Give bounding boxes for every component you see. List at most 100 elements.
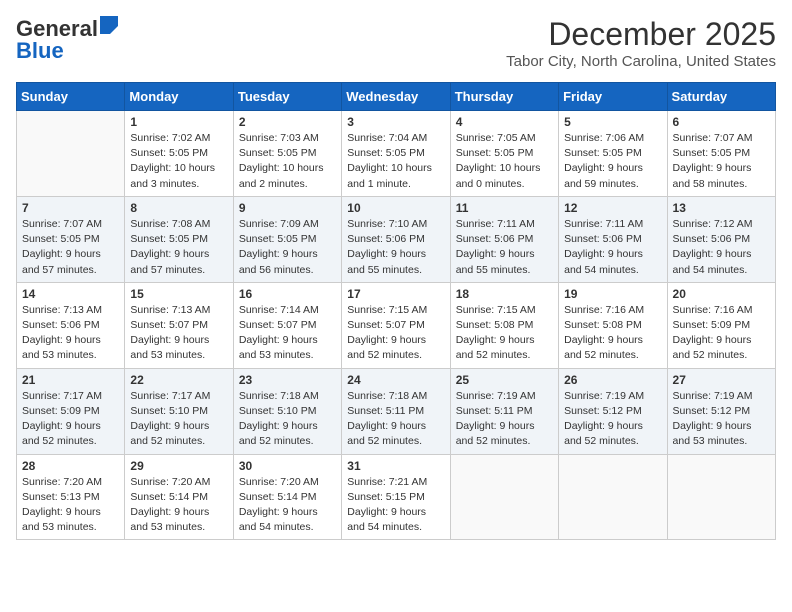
- calendar-cell: 20Sunrise: 7:16 AMSunset: 5:09 PMDayligh…: [667, 282, 775, 368]
- calendar-cell: [450, 454, 558, 540]
- calendar-cell: 17 Sunrise: 7:15 AMSunset: 5:07 PMDayligh…: [342, 282, 450, 368]
- day-number: 16: [239, 287, 336, 301]
- cell-content: Sunrise: 7:15 AMSunset: 5:07 PMDaylight:…: [347, 303, 444, 364]
- cell-content: Sunrise: 7:20 AMSunset: 5:14 PMDaylight:…: [239, 475, 336, 536]
- calendar-week-row: 28Sunrise: 7:20 AMSunset: 5:13 PMDayligh…: [17, 454, 776, 540]
- weekday-header-monday: Monday: [125, 83, 233, 111]
- day-number: 13: [673, 201, 770, 215]
- cell-content: Sunrise: 7:16 AMSunset: 5:08 PMDaylight:…: [564, 303, 661, 364]
- calendar-cell: 10 Sunrise: 7:10 AMSunset: 5:06 PMDayligh…: [342, 196, 450, 282]
- day-number: 24: [347, 373, 444, 387]
- calendar-cell: 14 Sunrise: 7:13 AMSunset: 5:06 PMDayligh…: [17, 282, 125, 368]
- calendar-cell: [667, 454, 775, 540]
- weekday-header-wednesday: Wednesday: [342, 83, 450, 111]
- calendar-cell: 12 Sunrise: 7:11 AMSunset: 5:06 PMDayligh…: [559, 196, 667, 282]
- day-number: 15: [130, 287, 227, 301]
- calendar-cell: 1 Sunrise: 7:02 AMSunset: 5:05 PMDaylight…: [125, 111, 233, 197]
- calendar-cell: 8Sunrise: 7:08 AMSunset: 5:05 PMDaylight…: [125, 196, 233, 282]
- calendar-cell: 31Sunrise: 7:21 AMSunset: 5:15 PMDayligh…: [342, 454, 450, 540]
- day-number: 17: [347, 287, 444, 301]
- calendar-week-row: 21 Sunrise: 7:17 AMSunset: 5:09 PMDayligh…: [17, 368, 776, 454]
- cell-content: Sunrise: 7:20 AMSunset: 5:14 PMDaylight:…: [130, 475, 227, 536]
- calendar-cell: 19 Sunrise: 7:16 AMSunset: 5:08 PMDayligh…: [559, 282, 667, 368]
- cell-content: Sunrise: 7:09 AMSunset: 5:05 PMDaylight:…: [239, 217, 336, 278]
- calendar-cell: 13 Sunrise: 7:12 AMSunset: 5:06 PMDayligh…: [667, 196, 775, 282]
- cell-content: Sunrise: 7:10 AMSunset: 5:06 PMDaylight:…: [347, 217, 444, 278]
- day-number: 25: [456, 373, 553, 387]
- weekday-header-row: SundayMondayTuesdayWednesdayThursdayFrid…: [17, 83, 776, 111]
- weekday-header-sunday: Sunday: [17, 83, 125, 111]
- day-number: 14: [22, 287, 119, 301]
- cell-content: Sunrise: 7:17 AMSunset: 5:09 PMDaylight:…: [22, 389, 119, 450]
- weekday-header-thursday: Thursday: [450, 83, 558, 111]
- cell-content: Sunrise: 7:13 AMSunset: 5:07 PMDaylight:…: [130, 303, 227, 364]
- day-number: 10: [347, 201, 444, 215]
- day-number: 22: [130, 373, 227, 387]
- day-number: 2: [239, 115, 336, 129]
- day-number: 12: [564, 201, 661, 215]
- cell-content: Sunrise: 7:19 AMSunset: 5:12 PMDaylight:…: [564, 389, 661, 450]
- logo-blue-text: Blue: [16, 38, 64, 64]
- cell-content: Sunrise: 7:19 AMSunset: 5:11 PMDaylight:…: [456, 389, 553, 450]
- calendar-cell: 4Sunrise: 7:05 AMSunset: 5:05 PMDaylight…: [450, 111, 558, 197]
- day-number: 3: [347, 115, 444, 129]
- day-number: 19: [564, 287, 661, 301]
- cell-content: Sunrise: 7:11 AMSunset: 5:06 PMDaylight:…: [456, 217, 553, 278]
- cell-content: Sunrise: 7:19 AMSunset: 5:12 PMDaylight:…: [673, 389, 770, 450]
- calendar-cell: 23Sunrise: 7:18 AMSunset: 5:10 PMDayligh…: [233, 368, 341, 454]
- cell-content: Sunrise: 7:12 AMSunset: 5:06 PMDaylight:…: [673, 217, 770, 278]
- location-text: Tabor City, North Carolina, United State…: [506, 53, 776, 70]
- calendar-cell: 25 Sunrise: 7:19 AMSunset: 5:11 PMDayligh…: [450, 368, 558, 454]
- month-title: December 2025: [506, 16, 776, 53]
- page-header: General Blue December 2025 Tabor City, N…: [16, 16, 776, 70]
- calendar-cell: 30Sunrise: 7:20 AMSunset: 5:14 PMDayligh…: [233, 454, 341, 540]
- calendar-cell: 15 Sunrise: 7:13 AMSunset: 5:07 PMDayligh…: [125, 282, 233, 368]
- calendar-cell: 22 Sunrise: 7:17 AMSunset: 5:10 PMDayligh…: [125, 368, 233, 454]
- cell-content: Sunrise: 7:13 AMSunset: 5:06 PMDaylight:…: [22, 303, 119, 364]
- calendar-cell: 18Sunrise: 7:15 AMSunset: 5:08 PMDayligh…: [450, 282, 558, 368]
- cell-content: Sunrise: 7:04 AMSunset: 5:05 PMDaylight:…: [347, 131, 444, 192]
- calendar-table: SundayMondayTuesdayWednesdayThursdayFrid…: [16, 82, 776, 540]
- calendar-cell: 7 Sunrise: 7:07 AMSunset: 5:05 PMDaylight…: [17, 196, 125, 282]
- day-number: 7: [22, 201, 119, 215]
- calendar-cell: 26 Sunrise: 7:19 AMSunset: 5:12 PMDayligh…: [559, 368, 667, 454]
- day-number: 26: [564, 373, 661, 387]
- cell-content: Sunrise: 7:21 AMSunset: 5:15 PMDaylight:…: [347, 475, 444, 536]
- day-number: 1: [130, 115, 227, 129]
- calendar-cell: [17, 111, 125, 197]
- calendar-cell: [559, 454, 667, 540]
- weekday-header-saturday: Saturday: [667, 83, 775, 111]
- cell-content: Sunrise: 7:06 AMSunset: 5:05 PMDaylight:…: [564, 131, 661, 192]
- calendar-cell: 11 Sunrise: 7:11 AMSunset: 5:06 PMDayligh…: [450, 196, 558, 282]
- title-block: December 2025 Tabor City, North Carolina…: [506, 16, 776, 70]
- day-number: 28: [22, 459, 119, 473]
- day-number: 6: [673, 115, 770, 129]
- cell-content: Sunrise: 7:17 AMSunset: 5:10 PMDaylight:…: [130, 389, 227, 450]
- cell-content: Sunrise: 7:14 AMSunset: 5:07 PMDaylight:…: [239, 303, 336, 364]
- cell-content: Sunrise: 7:03 AMSunset: 5:05 PMDaylight:…: [239, 131, 336, 192]
- cell-content: Sunrise: 7:07 AMSunset: 5:05 PMDaylight:…: [22, 217, 119, 278]
- logo: General Blue: [16, 16, 118, 64]
- calendar-cell: 28Sunrise: 7:20 AMSunset: 5:13 PMDayligh…: [17, 454, 125, 540]
- day-number: 11: [456, 201, 553, 215]
- cell-content: Sunrise: 7:02 AMSunset: 5:05 PMDaylight:…: [130, 131, 227, 192]
- calendar-cell: 6 Sunrise: 7:07 AMSunset: 5:05 PMDaylight…: [667, 111, 775, 197]
- calendar-cell: 9 Sunrise: 7:09 AMSunset: 5:05 PMDaylight…: [233, 196, 341, 282]
- calendar-cell: 21 Sunrise: 7:17 AMSunset: 5:09 PMDayligh…: [17, 368, 125, 454]
- cell-content: Sunrise: 7:18 AMSunset: 5:11 PMDaylight:…: [347, 389, 444, 450]
- logo-triangle-icon: [100, 16, 118, 34]
- day-number: 27: [673, 373, 770, 387]
- cell-content: Sunrise: 7:11 AMSunset: 5:06 PMDaylight:…: [564, 217, 661, 278]
- day-number: 9: [239, 201, 336, 215]
- day-number: 5: [564, 115, 661, 129]
- day-number: 18: [456, 287, 553, 301]
- day-number: 20: [673, 287, 770, 301]
- calendar-week-row: 1 Sunrise: 7:02 AMSunset: 5:05 PMDaylight…: [17, 111, 776, 197]
- day-number: 21: [22, 373, 119, 387]
- calendar-cell: 5 Sunrise: 7:06 AMSunset: 5:05 PMDaylight…: [559, 111, 667, 197]
- calendar-cell: 3 Sunrise: 7:04 AMSunset: 5:05 PMDaylight…: [342, 111, 450, 197]
- cell-content: Sunrise: 7:05 AMSunset: 5:05 PMDaylight:…: [456, 131, 553, 192]
- cell-content: Sunrise: 7:07 AMSunset: 5:05 PMDaylight:…: [673, 131, 770, 192]
- calendar-week-row: 7 Sunrise: 7:07 AMSunset: 5:05 PMDaylight…: [17, 196, 776, 282]
- calendar-cell: 16 Sunrise: 7:14 AMSunset: 5:07 PMDayligh…: [233, 282, 341, 368]
